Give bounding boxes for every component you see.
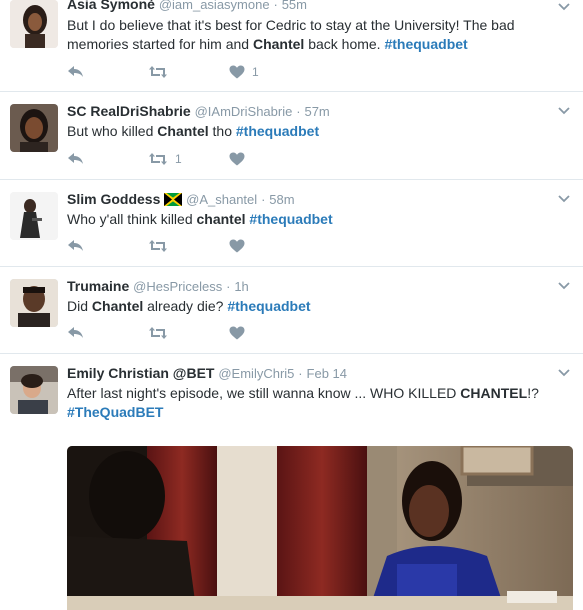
reply-icon [68, 66, 83, 77]
chevron-down-icon[interactable] [557, 279, 571, 293]
reply-button[interactable] [67, 65, 148, 79]
tweet[interactable]: Asia Symonè @iam_asiasymone · 55m But I … [0, 0, 583, 92]
reply-button[interactable] [67, 152, 148, 166]
chevron-down-icon[interactable] [557, 104, 571, 118]
tweet-feed: Asia Symonè @iam_asiasymone · 55m But I … [0, 0, 583, 610]
tweet-header: SC RealDriShabrie @IAmDriShabrie · 57m [67, 101, 543, 121]
retweet-icon [149, 66, 167, 78]
separator: · [261, 192, 266, 207]
timestamp[interactable]: 58m [269, 192, 294, 207]
tweet-text: After last night's episode, we still wan… [67, 384, 543, 422]
chevron-down-icon[interactable] [557, 0, 571, 14]
retweet-icon [149, 327, 167, 339]
like-button[interactable] [229, 152, 310, 166]
separator: · [226, 279, 231, 294]
separator: · [296, 104, 301, 119]
user-handle[interactable]: @EmilyChri5 [218, 366, 294, 381]
tweet-actions: 1 [67, 63, 310, 81]
heart-icon [229, 65, 245, 79]
timestamp[interactable]: 57m [304, 104, 329, 119]
hashtag-link[interactable]: #thequadbet [236, 123, 319, 139]
hashtag-link[interactable]: #thequadbet [249, 211, 332, 227]
hashtag-link[interactable]: #thequadbet [227, 298, 310, 314]
tweet-text: But I do believe that it's best for Cedr… [67, 16, 543, 54]
user-fullname[interactable]: Emily Christian @BET [67, 365, 214, 381]
text-segment: already die? [143, 298, 228, 314]
tweet-media-image[interactable] [67, 446, 573, 610]
heart-icon [229, 152, 245, 166]
tweet-actions [67, 324, 310, 342]
tweet-actions [67, 237, 310, 255]
reply-button[interactable] [67, 239, 148, 253]
reply-icon [68, 153, 83, 164]
tweet-text: Did Chantel already die? #thequadbet [67, 297, 543, 316]
heart-icon [229, 239, 245, 253]
text-segment: tho [208, 123, 236, 139]
user-fullname[interactable]: Asia Symonè [67, 0, 155, 12]
tweet-header: Emily Christian @BET @EmilyChri5 · Feb 1… [67, 363, 543, 383]
keyword-highlight: CHANTEL [460, 385, 528, 401]
reply-button[interactable] [67, 326, 148, 340]
tweet-header: Asia Symonè @iam_asiasymone · 55m [67, 0, 543, 14]
text-segment: Who y'all think killed [67, 211, 197, 227]
hashtag-link[interactable]: #thequadbet [384, 36, 467, 52]
separator: · [273, 0, 278, 12]
user-fullname[interactable]: SC RealDriShabrie [67, 103, 191, 119]
heart-icon [229, 326, 245, 340]
keyword-highlight: Chantel [91, 298, 144, 314]
avatar[interactable] [10, 192, 58, 240]
like-button[interactable]: 1 [229, 65, 310, 79]
avatar[interactable] [10, 366, 58, 414]
keyword-highlight: chantel [196, 211, 246, 227]
jamaica-flag-icon [163, 191, 184, 208]
text-segment: After last night's episode, we still wan… [67, 385, 461, 401]
timestamp[interactable]: 1h [234, 279, 248, 294]
user-handle[interactable]: @iam_asiasymone [159, 0, 270, 12]
reply-icon [68, 240, 83, 251]
reply-icon [68, 327, 83, 338]
user-fullname[interactable]: Trumaine [67, 278, 129, 294]
avatar[interactable] [10, 104, 58, 152]
tweet-text: But who killed Chantel tho #thequadbet [67, 122, 543, 141]
user-fullname[interactable]: Slim Goddess [67, 191, 160, 207]
tweet-header: Slim Goddess @A_shantel · 58m [67, 189, 543, 209]
timestamp[interactable]: Feb 14 [307, 366, 347, 381]
text-segment: Did [67, 298, 92, 314]
text-segment: !? [527, 385, 539, 401]
text-segment: But who killed [67, 123, 158, 139]
tweet[interactable]: Trumaine @HesPriceless · 1h Did Chantel … [0, 267, 583, 354]
tweet-header: Trumaine @HesPriceless · 1h [67, 276, 543, 296]
retweet-icon [149, 153, 167, 165]
chevron-down-icon[interactable] [557, 366, 571, 380]
keyword-highlight: Chantel [252, 36, 305, 52]
retweet-button[interactable] [148, 326, 229, 340]
user-handle[interactable]: @HesPriceless [133, 279, 222, 294]
retweet-count: 1 [175, 152, 182, 166]
text-segment: back home. [304, 36, 385, 52]
retweet-button[interactable] [148, 239, 229, 253]
retweet-button[interactable] [148, 65, 229, 79]
chevron-down-icon[interactable] [557, 192, 571, 206]
like-count: 1 [252, 65, 259, 79]
avatar[interactable] [10, 279, 58, 327]
like-button[interactable] [229, 326, 310, 340]
tweet[interactable]: SC RealDriShabrie @IAmDriShabrie · 57m B… [0, 92, 583, 180]
avatar[interactable] [10, 0, 58, 48]
tweet-actions: 1 [67, 150, 310, 168]
keyword-highlight: Chantel [157, 123, 209, 139]
hashtag-link[interactable]: #TheQuadBET [67, 404, 163, 420]
like-button[interactable] [229, 239, 310, 253]
user-handle[interactable]: @A_shantel [186, 192, 257, 207]
retweet-icon [149, 240, 167, 252]
tweet[interactable]: Slim Goddess @A_shantel · 58m Who y'all … [0, 180, 583, 267]
tweet-text: Who y'all think killed chantel #thequadb… [67, 210, 543, 229]
timestamp[interactable]: 55m [282, 0, 307, 12]
user-handle[interactable]: @IAmDriShabrie [195, 104, 293, 119]
separator: · [298, 366, 303, 381]
retweet-button[interactable]: 1 [148, 152, 229, 166]
